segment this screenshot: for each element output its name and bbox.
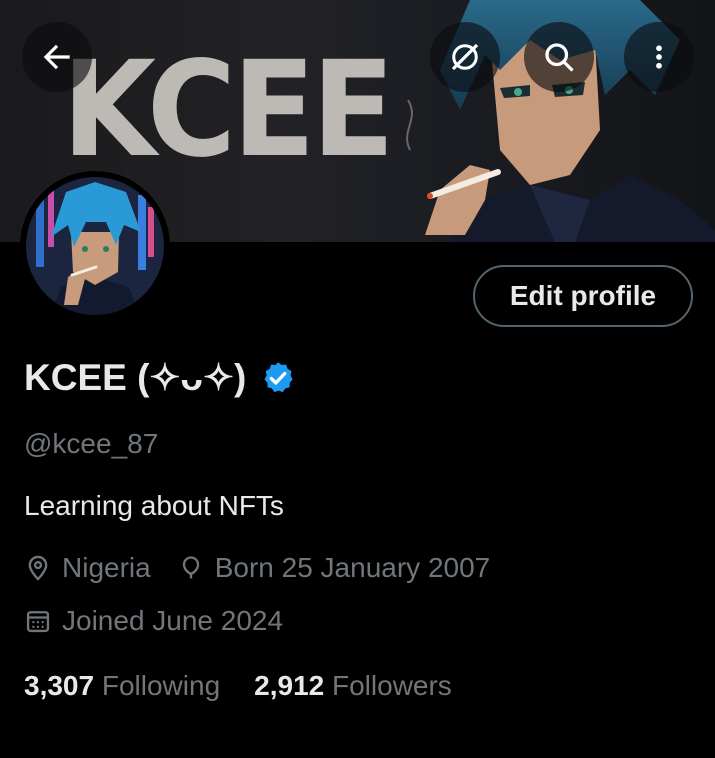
back-button[interactable] [22,22,92,92]
handle: @kcee_87 [24,428,159,459]
joined-row: Joined June 2024 [24,605,283,637]
calendar-icon [26,611,50,633]
birthday-item: Born 25 January 2007 [177,552,491,584]
search-icon [545,43,574,72]
banner-text: KCEE [62,33,395,187]
grok-button[interactable] [430,22,500,92]
avatar-container[interactable] [20,171,170,321]
followers-count: 2,912 [254,670,325,701]
back-arrow-icon [43,44,70,70]
follow-stats: 3,307 Following 2,912 Followers [24,670,452,702]
avatar [26,177,164,315]
birthday-text: Born 25 January 2007 [214,552,491,583]
following-link[interactable]: 3,307 Following [24,670,220,702]
followers-link[interactable]: 2,912 Followers [254,670,452,702]
grok-icon [451,43,479,71]
joined-text: Joined June 2024 [62,605,284,636]
location-text: Nigeria [62,552,151,583]
more-vertical-icon [656,45,662,69]
bio: Learning about NFTs [24,490,284,521]
birthday-icon [182,556,199,579]
followers-label: Followers [332,670,452,701]
verified-badge-icon [264,361,294,392]
more-button[interactable] [624,22,694,92]
location-item: Nigeria [24,552,151,584]
location-icon [28,555,48,581]
joined-item: Joined June 2024 [24,605,283,637]
following-label: Following [101,670,221,701]
following-count: 3,307 [24,670,95,701]
profile-meta-row: Nigeria Born 25 January 2007 [24,552,490,584]
display-name-row: KCEE (✧ᴗ✧) [24,356,296,399]
edit-profile-button[interactable]: Edit profile [473,265,693,327]
display-name: KCEE (✧ᴗ✧) [24,357,247,398]
search-button[interactable] [524,22,594,92]
